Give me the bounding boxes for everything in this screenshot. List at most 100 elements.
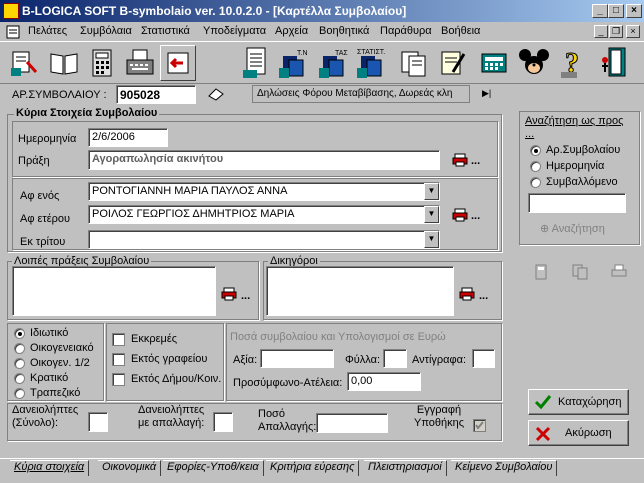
party2-label: Αφ ετέρου — [20, 213, 71, 225]
printer-icon[interactable] — [459, 287, 475, 301]
search-input[interactable] — [528, 193, 626, 213]
tas-button[interactable]: ΤΑΣ — [316, 45, 352, 81]
tab-contract-text[interactable]: Κείμενο Συμβολαίου — [451, 460, 558, 476]
document-button[interactable] — [238, 45, 274, 81]
tab-search-criteria[interactable]: Κριτήρια εύρεσης — [266, 460, 360, 476]
action-field[interactable]: Αγοραπωλησία ακινήτου — [88, 150, 440, 170]
copies-label: Αντίγραφα: — [412, 354, 467, 366]
printer-icon[interactable] — [221, 287, 237, 301]
calculator2-button[interactable] — [476, 45, 512, 81]
out-of-municipality-label: Εκτός Δήμου/Κοιν. — [131, 373, 222, 385]
menu-files[interactable]: Αρχεία — [275, 25, 308, 37]
typewriter-button[interactable] — [122, 45, 158, 81]
statistics-label: ΣΤΑΤΙΣΤ. — [357, 49, 385, 56]
toolbar: T.N ΤΑΣ ΣΤΑΤΙΣΤ. ? — [0, 41, 644, 84]
menu-help[interactable]: Βοήθεια — [441, 25, 480, 37]
out-of-municipality-checkbox[interactable] — [112, 373, 125, 386]
tn-button[interactable]: T.N — [276, 45, 312, 81]
menu-statistics[interactable]: Στατιστικά — [141, 25, 190, 37]
parties-more-button[interactable]: ... — [471, 210, 480, 222]
stamp-field[interactable]: 0,00 — [347, 372, 421, 391]
menu-utilities[interactable]: Βοηθητικά — [319, 25, 369, 37]
exempt-amount-field[interactable] — [316, 413, 388, 433]
tab-main[interactable]: Κύρια στοιχεία — [10, 460, 90, 476]
search-by-date-label: Ημερομηνία — [546, 160, 605, 172]
type-radio-family-half[interactable] — [14, 358, 25, 369]
type-radio-bank[interactable] — [14, 388, 25, 399]
sheets-field[interactable] — [383, 349, 407, 368]
party1-value: ΡΟΝΤΟΓΙΑΝΝΗ ΜΑΡΙΑ ΠΑΥΛΟΣ ΑΝΝΑ — [92, 185, 288, 197]
party3-combo[interactable]: ▼ — [88, 230, 440, 249]
lawyers-more-button[interactable]: ... — [479, 290, 488, 302]
menu-windows[interactable]: Παράθυρα — [380, 25, 432, 37]
lawyers-list[interactable] — [266, 266, 454, 316]
party1-dropdown-arrow[interactable]: ▼ — [424, 183, 439, 200]
copies-field[interactable] — [472, 349, 495, 368]
child-minimize-button[interactable]: _ — [594, 25, 608, 38]
notepad-button[interactable] — [434, 45, 470, 81]
save-button-label: Καταχώρηση — [558, 396, 622, 408]
type-radio-family[interactable] — [14, 343, 25, 354]
party2-dropdown-arrow[interactable]: ▼ — [424, 206, 439, 223]
minimize-button[interactable]: _ — [592, 4, 608, 18]
tab-auctions[interactable]: Πλειστηριασμοί — [364, 460, 447, 476]
tab-financial[interactable]: Οικονομικά — [98, 460, 162, 476]
copy-small-icon[interactable] — [572, 264, 588, 280]
borrowers-exempt-field[interactable] — [213, 412, 233, 432]
close-button[interactable]: × — [626, 4, 642, 18]
mascot-button[interactable] — [516, 45, 552, 81]
mortgage-checkbox[interactable] — [473, 419, 486, 432]
party2-combo[interactable]: ΡΟΙΛΟΣ ΓΕΩΡΓΙΟΣ ΔΗΜΗΤΡΙΟΣ ΜΑΡΙΑ ▼ — [88, 205, 440, 224]
cancel-button[interactable]: Ακύρωση — [528, 420, 629, 446]
out-of-office-checkbox[interactable] — [112, 353, 125, 366]
type-radio-state[interactable] — [14, 373, 25, 384]
green-check-icon — [534, 395, 552, 410]
menu-templates[interactable]: Υποδείγματα — [203, 25, 266, 37]
action-more-button[interactable]: ... — [471, 155, 480, 167]
exit-button[interactable] — [160, 45, 196, 81]
pending-checkbox[interactable] — [112, 333, 125, 346]
printer-icon[interactable] — [452, 153, 468, 167]
child-restore-button[interactable]: ❐ — [609, 25, 623, 38]
calculator-icon — [92, 49, 112, 77]
calculator-button[interactable] — [84, 45, 120, 81]
next-record-icon[interactable]: ▶| — [482, 88, 491, 99]
book-button[interactable] — [46, 45, 82, 81]
exit-door-button[interactable] — [596, 45, 632, 81]
search-button[interactable]: ⊕ Αναζήτηση — [540, 222, 605, 235]
printer-small-icon[interactable] — [611, 264, 627, 280]
party1-combo[interactable]: ΡΟΝΤΟΓΙΑΝΝΗ ΜΑΡΙΑ ΠΑΥΛΟΣ ΑΝΝΑ ▼ — [88, 182, 440, 201]
value-field[interactable] — [260, 349, 334, 368]
tab-tax-offices[interactable]: Εφορίες-Υποθ/κεια — [163, 460, 264, 476]
printer-icon[interactable] — [452, 208, 468, 222]
party3-dropdown-arrow[interactable]: ▼ — [424, 231, 439, 248]
contract-no-field[interactable]: 905028 — [116, 85, 196, 104]
search-by-number-radio[interactable] — [530, 145, 541, 156]
borrowers-label: Δανειολήπτες (Σύνολο): — [12, 404, 79, 429]
save-button[interactable]: Καταχώρηση — [528, 389, 629, 415]
contract-wizard-button[interactable] — [6, 45, 42, 81]
calculator-small-icon[interactable] — [534, 264, 548, 280]
title-bar: B-LOGICA SOFT B-symbolaio ver. 10.0.2.0 … — [0, 0, 644, 22]
search-button-label: Αναζήτηση — [551, 223, 605, 235]
pending-label: Εκκρεμές — [131, 333, 178, 345]
other-actions-list[interactable] — [12, 266, 216, 316]
search-by-party-radio[interactable] — [530, 177, 541, 188]
borrowers-field[interactable] — [88, 412, 108, 432]
menu-contracts[interactable]: Συμβόλαια — [80, 25, 132, 37]
type-radio-private[interactable] — [14, 328, 25, 339]
statistics-button[interactable]: ΣΤΑΤΙΣΤ. — [354, 45, 390, 81]
date-field[interactable]: 2/6/2006 — [88, 128, 168, 147]
red-x-icon — [535, 426, 551, 442]
other-actions-more-button[interactable]: ... — [241, 290, 250, 302]
menu-clients[interactable]: Πελάτες — [28, 25, 67, 37]
search-by-date-radio[interactable] — [530, 161, 541, 172]
eraser-icon[interactable] — [207, 86, 225, 102]
help-button[interactable]: ? — [556, 45, 592, 81]
contract-no-label: ΑΡ.ΣΥΜΒΟΛΑΙΟΥ : — [12, 89, 107, 101]
type-label-bank: Τραπεζικό — [30, 387, 81, 399]
copy-button[interactable] — [396, 45, 432, 81]
adding-machine-icon — [481, 53, 507, 73]
maximize-button[interactable]: □ — [608, 4, 624, 18]
child-close-button[interactable]: × — [626, 25, 640, 38]
